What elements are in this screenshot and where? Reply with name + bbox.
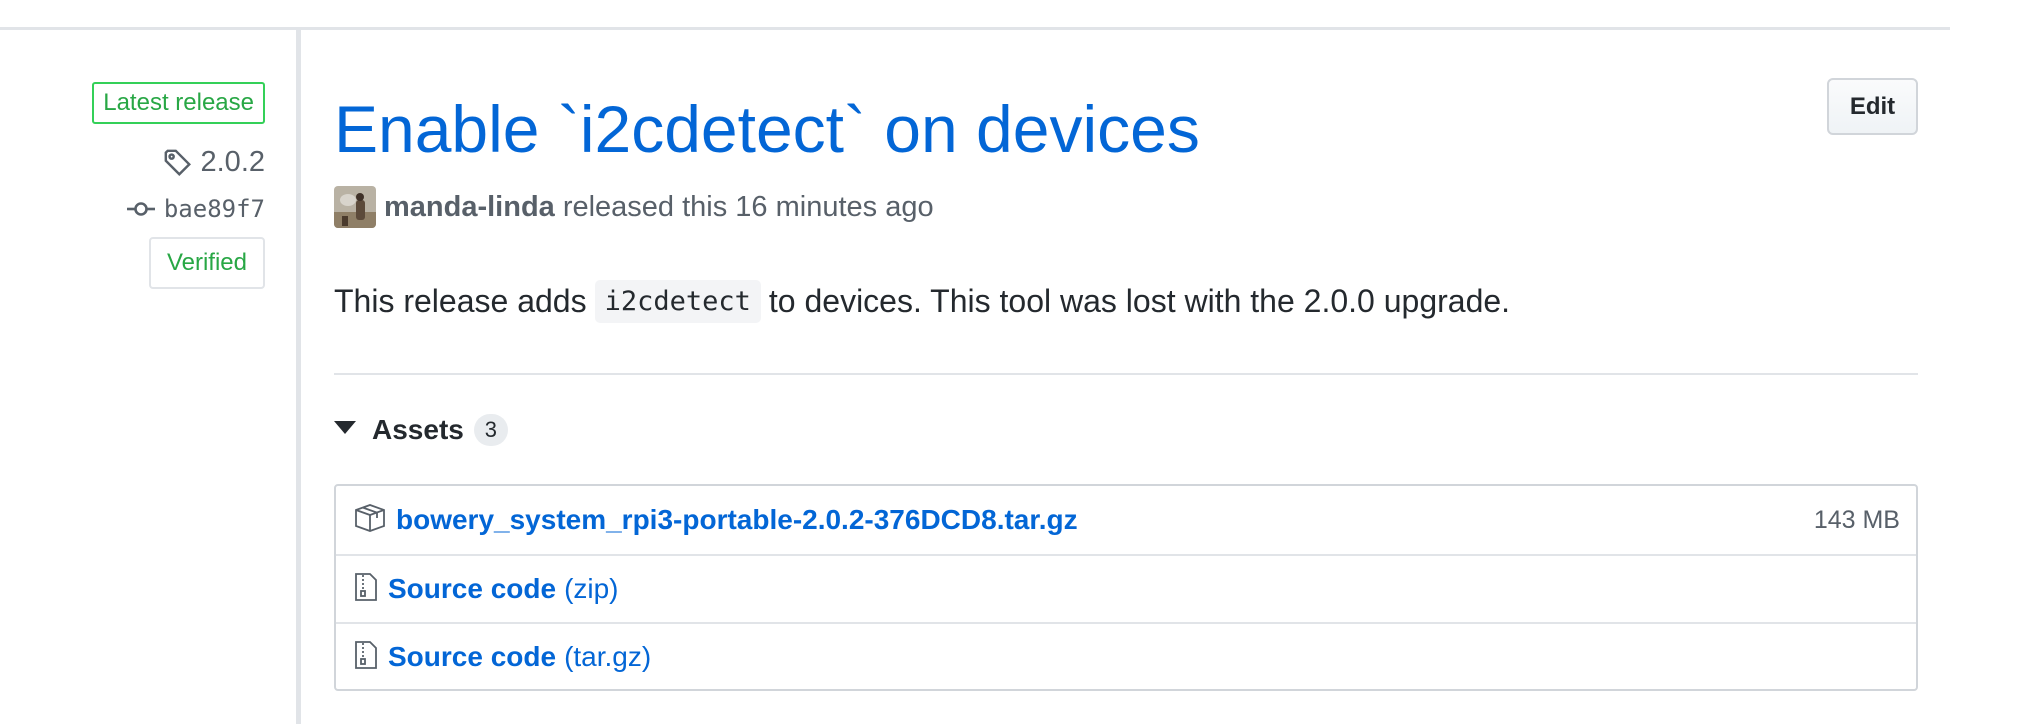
list-item[interactable]: Source code (tar.gz)	[336, 622, 1916, 690]
assets-count: 3	[473, 414, 508, 446]
tag-link[interactable]: 2.0.2	[163, 146, 266, 179]
top-divider	[0, 27, 1950, 30]
git-commit-icon	[126, 199, 156, 219]
commit-sha: bae89f7	[163, 195, 265, 223]
assets-heading: Assets	[372, 414, 464, 445]
file-zip-icon	[354, 572, 378, 607]
author-link[interactable]: manda-linda	[384, 191, 555, 224]
package-icon	[354, 503, 386, 538]
latest-release-badge: Latest release	[92, 82, 265, 124]
list-item[interactable]: Source code (zip)	[336, 554, 1916, 622]
tag-name: 2.0.2	[200, 146, 266, 178]
list-item[interactable]: bowery_system_rpi3-portable-2.0.2-376DCD…	[336, 486, 1916, 554]
section-divider	[334, 373, 1918, 375]
release-notes-after: to devices. This tool was lost with the …	[768, 283, 1511, 319]
release-byline: manda-linda released this 16 minutes ago	[334, 186, 934, 228]
assets-list: bowery_system_rpi3-portable-2.0.2-376DCD…	[334, 484, 1918, 691]
timeline-line	[296, 30, 301, 724]
asset-format[interactable]: (tar.gz)	[564, 641, 651, 673]
asset-name[interactable]: Source code	[388, 641, 556, 673]
release-title[interactable]: Enable `i2cdetect` on devices	[334, 86, 1200, 172]
edit-button[interactable]: Edit	[1827, 78, 1918, 135]
release-meta: Latest release 2.0.2 bae89f7 Verified	[92, 82, 265, 289]
verified-badge[interactable]: Verified	[148, 237, 265, 289]
inline-code: i2cdetect	[594, 280, 761, 323]
assets-toggle[interactable]: Assets 3	[334, 414, 508, 446]
file-zip-icon	[354, 640, 378, 675]
avatar[interactable]	[334, 186, 376, 228]
commit-link[interactable]: bae89f7	[126, 195, 265, 223]
tag-icon	[163, 148, 193, 178]
triangle-down-icon	[334, 420, 356, 440]
asset-name[interactable]: Source code	[388, 573, 556, 605]
asset-format[interactable]: (zip)	[564, 573, 618, 605]
release-notes-before: This release adds	[334, 283, 587, 319]
release-notes: This release adds i2cdetect to devices. …	[334, 280, 1510, 323]
released-text: released this 16 minutes ago	[562, 190, 934, 223]
asset-size: 143 MB	[1813, 505, 1900, 534]
asset-name[interactable]: bowery_system_rpi3-portable-2.0.2-376DCD…	[396, 504, 1078, 536]
